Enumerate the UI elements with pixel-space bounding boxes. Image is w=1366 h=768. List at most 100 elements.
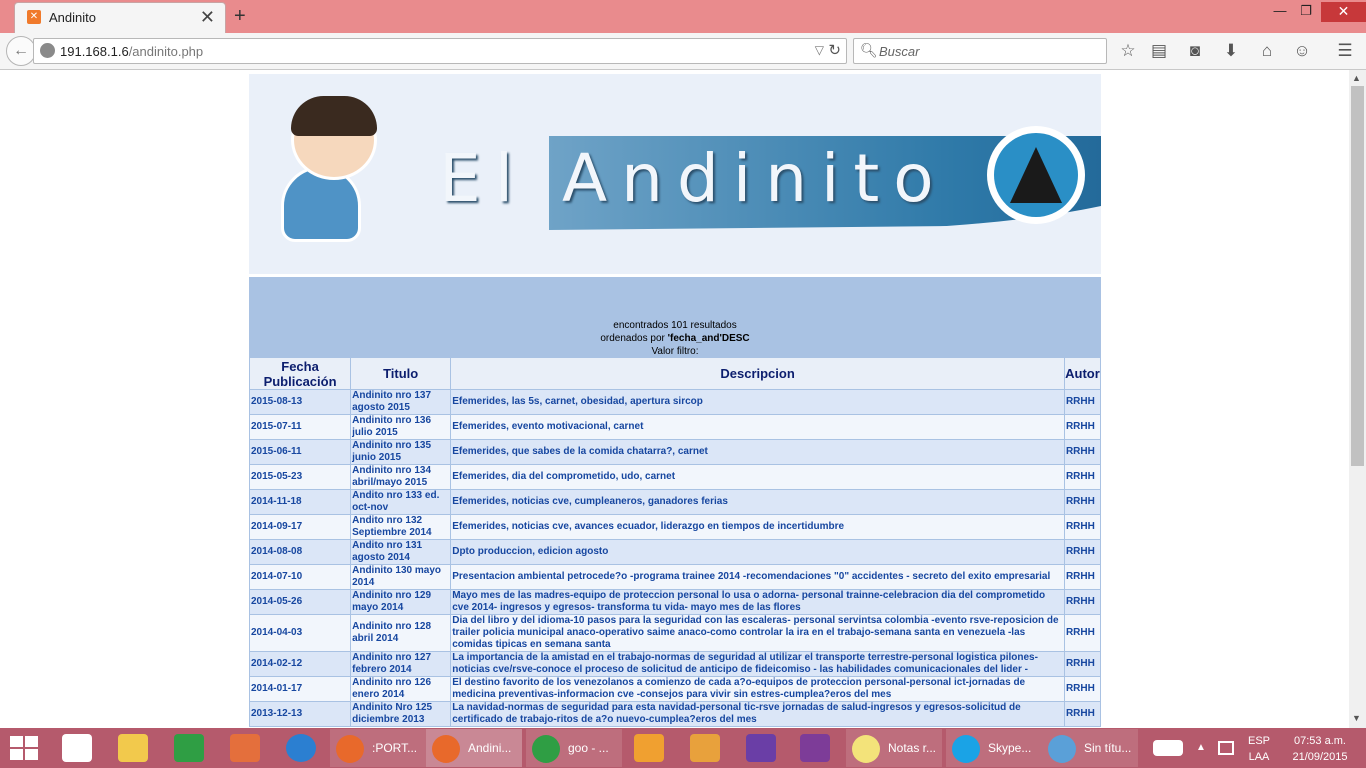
table-row[interactable]: 2014-07-10 Andinito 130 mayo 2014 Presenta… — [248, 564, 1102, 590]
taskbar-item[interactable]: Andini... — [426, 729, 522, 767]
url-text[interactable]: 191.168.1.6/andinito.php — [60, 44, 203, 59]
cell-descripcion[interactable]: Efemerides, que sabes de la comida chata… — [450, 439, 1065, 465]
cell-autor[interactable]: RRHH — [1063, 439, 1102, 465]
cell-descripcion[interactable]: Dpto produccion, edicion agosto — [450, 539, 1065, 565]
onenote-icon[interactable] — [800, 734, 830, 762]
home-icon[interactable]: ⌂ — [1256, 40, 1278, 62]
cell-fecha[interactable]: 2014-11-18 — [248, 489, 352, 515]
cell-titulo[interactable]: Andinito 130 mayo 2014 — [350, 564, 452, 590]
cell-fecha[interactable]: 2014-01-17 — [248, 676, 352, 702]
cell-titulo[interactable]: Andinito nro 136 julio 2015 — [350, 414, 452, 440]
scroll-up-icon[interactable]: ▲ — [1352, 73, 1361, 83]
url-bar[interactable]: 191.168.1.6/andinito.php ▽ ↻ — [33, 38, 847, 64]
cell-descripcion[interactable]: Efemerides, las 5s, carnet, obesidad, ap… — [450, 389, 1065, 415]
cell-fecha[interactable]: 2015-07-11 — [248, 414, 352, 440]
cell-fecha[interactable]: 2013-12-13 — [248, 701, 352, 727]
search-bar[interactable]: 🔍︎ Buscar — [853, 38, 1107, 64]
taskbar-item[interactable]: Skype... — [946, 729, 1042, 767]
snipping-tool-icon[interactable] — [690, 734, 720, 762]
cell-descripcion[interactable]: Mayo mes de las madres-equipo de protecc… — [450, 589, 1065, 615]
cell-fecha[interactable]: 2014-09-17 — [248, 514, 352, 540]
taskbar-item[interactable]: Sin títu... — [1042, 729, 1138, 767]
cell-descripcion[interactable]: Efemerides, noticias cve, cumpleaneros, … — [450, 489, 1065, 515]
cell-autor[interactable]: RRHH — [1063, 414, 1102, 440]
download-icon[interactable]: ⬇ — [1220, 40, 1242, 62]
cell-fecha[interactable]: 2015-05-23 — [248, 464, 352, 490]
url-dropdown-icon[interactable]: ▽ — [815, 43, 824, 57]
cell-autor[interactable]: RRHH — [1063, 514, 1102, 540]
pocket-icon[interactable]: ◙ — [1184, 40, 1206, 62]
browser-tab[interactable]: ✕ Andinito ✕ — [14, 2, 226, 33]
table-row[interactable]: 2014-11-18 Andito nro 133 ed. oct-nov Efem… — [248, 489, 1102, 515]
cell-titulo[interactable]: Andinito nro 126 enero 2014 — [350, 676, 452, 702]
table-row[interactable]: 2013-12-13 Andinito Nro 125 diciembre 201… — [248, 701, 1102, 727]
table-row[interactable]: 2014-08-08 Andito nro 131 agosto 2014 Dpto… — [248, 539, 1102, 565]
close-window-icon[interactable]: ✕ — [1321, 2, 1366, 22]
cell-descripcion[interactable]: Efemerides, evento motivacional, carnet — [450, 414, 1065, 440]
header-fecha[interactable]: Fecha Publicación — [248, 357, 352, 390]
cell-titulo[interactable]: Andinito nro 134 abril/mayo 2015 — [350, 464, 452, 490]
table-row[interactable]: 2014-04-03 Andinito nro 128 abril 2014 Dia… — [248, 614, 1102, 652]
tools-icon[interactable] — [230, 734, 260, 762]
minimize-icon[interactable]: — — [1268, 2, 1292, 22]
cell-descripcion[interactable]: Efemerides, dia del comprometido, udo, c… — [450, 464, 1065, 490]
taskbar-item[interactable]: Notas r... — [846, 729, 942, 767]
tab-close-icon[interactable]: ✕ — [200, 7, 215, 27]
show-hidden-icons-icon[interactable]: ▲ — [1196, 741, 1206, 754]
cell-autor[interactable]: RRHH — [1063, 701, 1102, 727]
table-row[interactable]: 2015-08-13 Andinito nro 137 agosto 2015 Ef… — [248, 389, 1102, 415]
taskbar-item[interactable]: goo - ... — [526, 729, 622, 767]
table-row[interactable]: 2015-06-11 Andinito nro 135 junio 2015 Efe… — [248, 439, 1102, 465]
cell-autor[interactable]: RRHH — [1063, 651, 1102, 677]
cell-descripcion[interactable]: La navidad-normas de seguridad para esta… — [450, 701, 1065, 727]
file-explorer-icon[interactable] — [118, 734, 148, 762]
header-titulo[interactable]: Titulo — [350, 357, 452, 390]
cell-titulo[interactable]: Andinito Nro 125 diciembre 2013 — [350, 701, 452, 727]
cell-descripcion[interactable]: La importancia de la amistad en el traba… — [450, 651, 1065, 677]
table-row[interactable]: 2014-05-26 Andinito nro 129 mayo 2014 Mayo… — [248, 589, 1102, 615]
bookmark-star-icon[interactable]: ☆ — [1117, 40, 1139, 62]
cell-fecha[interactable]: 2014-08-08 — [248, 539, 352, 565]
header-autor[interactable]: Autor — [1063, 357, 1102, 390]
cell-autor[interactable]: RRHH — [1063, 564, 1102, 590]
cell-autor[interactable]: RRHH — [1063, 589, 1102, 615]
cell-descripcion[interactable]: Presentacion ambiental petrocede?o -prog… — [450, 564, 1065, 590]
clock[interactable]: 07:53 a.m. 21/09/2015 — [1280, 735, 1360, 764]
keyboard-icon[interactable] — [1153, 740, 1183, 756]
windows-start-icon[interactable] — [10, 736, 38, 760]
cell-autor[interactable]: RRHH — [1063, 489, 1102, 515]
cell-fecha[interactable]: 2015-06-11 — [248, 439, 352, 465]
cell-fecha[interactable]: 2014-05-26 — [248, 589, 352, 615]
cell-fecha[interactable]: 2014-07-10 — [248, 564, 352, 590]
maximize-icon[interactable]: ❐ — [1294, 2, 1318, 22]
cell-titulo[interactable]: Andito nro 131 agosto 2014 — [350, 539, 452, 565]
cell-autor[interactable]: RRHH — [1063, 539, 1102, 565]
cell-autor[interactable]: RRHH — [1063, 464, 1102, 490]
header-descripcion[interactable]: Descripcion — [450, 357, 1065, 390]
taskbar-item[interactable]: :PORT... — [330, 729, 426, 767]
cell-titulo[interactable]: Andinito nro 128 abril 2014 — [350, 614, 452, 652]
visual-studio-icon[interactable] — [746, 734, 776, 762]
internet-explorer-icon[interactable] — [286, 734, 316, 762]
vertical-scrollbar[interactable]: ▲ ▼ — [1349, 70, 1366, 728]
action-center-icon[interactable] — [1218, 741, 1234, 755]
menu-icon[interactable]: ☰ — [1334, 40, 1356, 62]
cell-autor[interactable]: RRHH — [1063, 676, 1102, 702]
table-row[interactable]: 2015-05-23 Andinito nro 134 abril/mayo 20… — [248, 464, 1102, 490]
cell-descripcion[interactable]: Dia del libro y del idioma-10 pasos para… — [450, 614, 1065, 652]
cell-autor[interactable]: RRHH — [1063, 389, 1102, 415]
table-row[interactable]: 2014-01-17 Andinito nro 126 enero 2014 El … — [248, 676, 1102, 702]
back-arrow-icon[interactable]: ← — [6, 36, 36, 66]
cell-descripcion[interactable]: Efemerides, noticias cve, avances ecuado… — [450, 514, 1065, 540]
cell-descripcion[interactable]: El destino favorito de los venezolanos a… — [450, 676, 1065, 702]
cell-fecha[interactable]: 2015-08-13 — [248, 389, 352, 415]
new-tab-icon[interactable]: + — [234, 5, 246, 28]
scrollbar-thumb[interactable] — [1351, 86, 1364, 466]
cell-fecha[interactable]: 2014-04-03 — [248, 614, 352, 652]
cell-titulo[interactable]: Andinito nro 135 junio 2015 — [350, 439, 452, 465]
cell-autor[interactable]: RRHH — [1063, 614, 1102, 652]
cell-fecha[interactable]: 2014-02-12 — [248, 651, 352, 677]
store-grid-icon[interactable] — [62, 734, 92, 762]
cell-titulo[interactable]: Andito nro 133 ed. oct-nov — [350, 489, 452, 515]
cell-titulo[interactable]: Andinito nro 129 mayo 2014 — [350, 589, 452, 615]
